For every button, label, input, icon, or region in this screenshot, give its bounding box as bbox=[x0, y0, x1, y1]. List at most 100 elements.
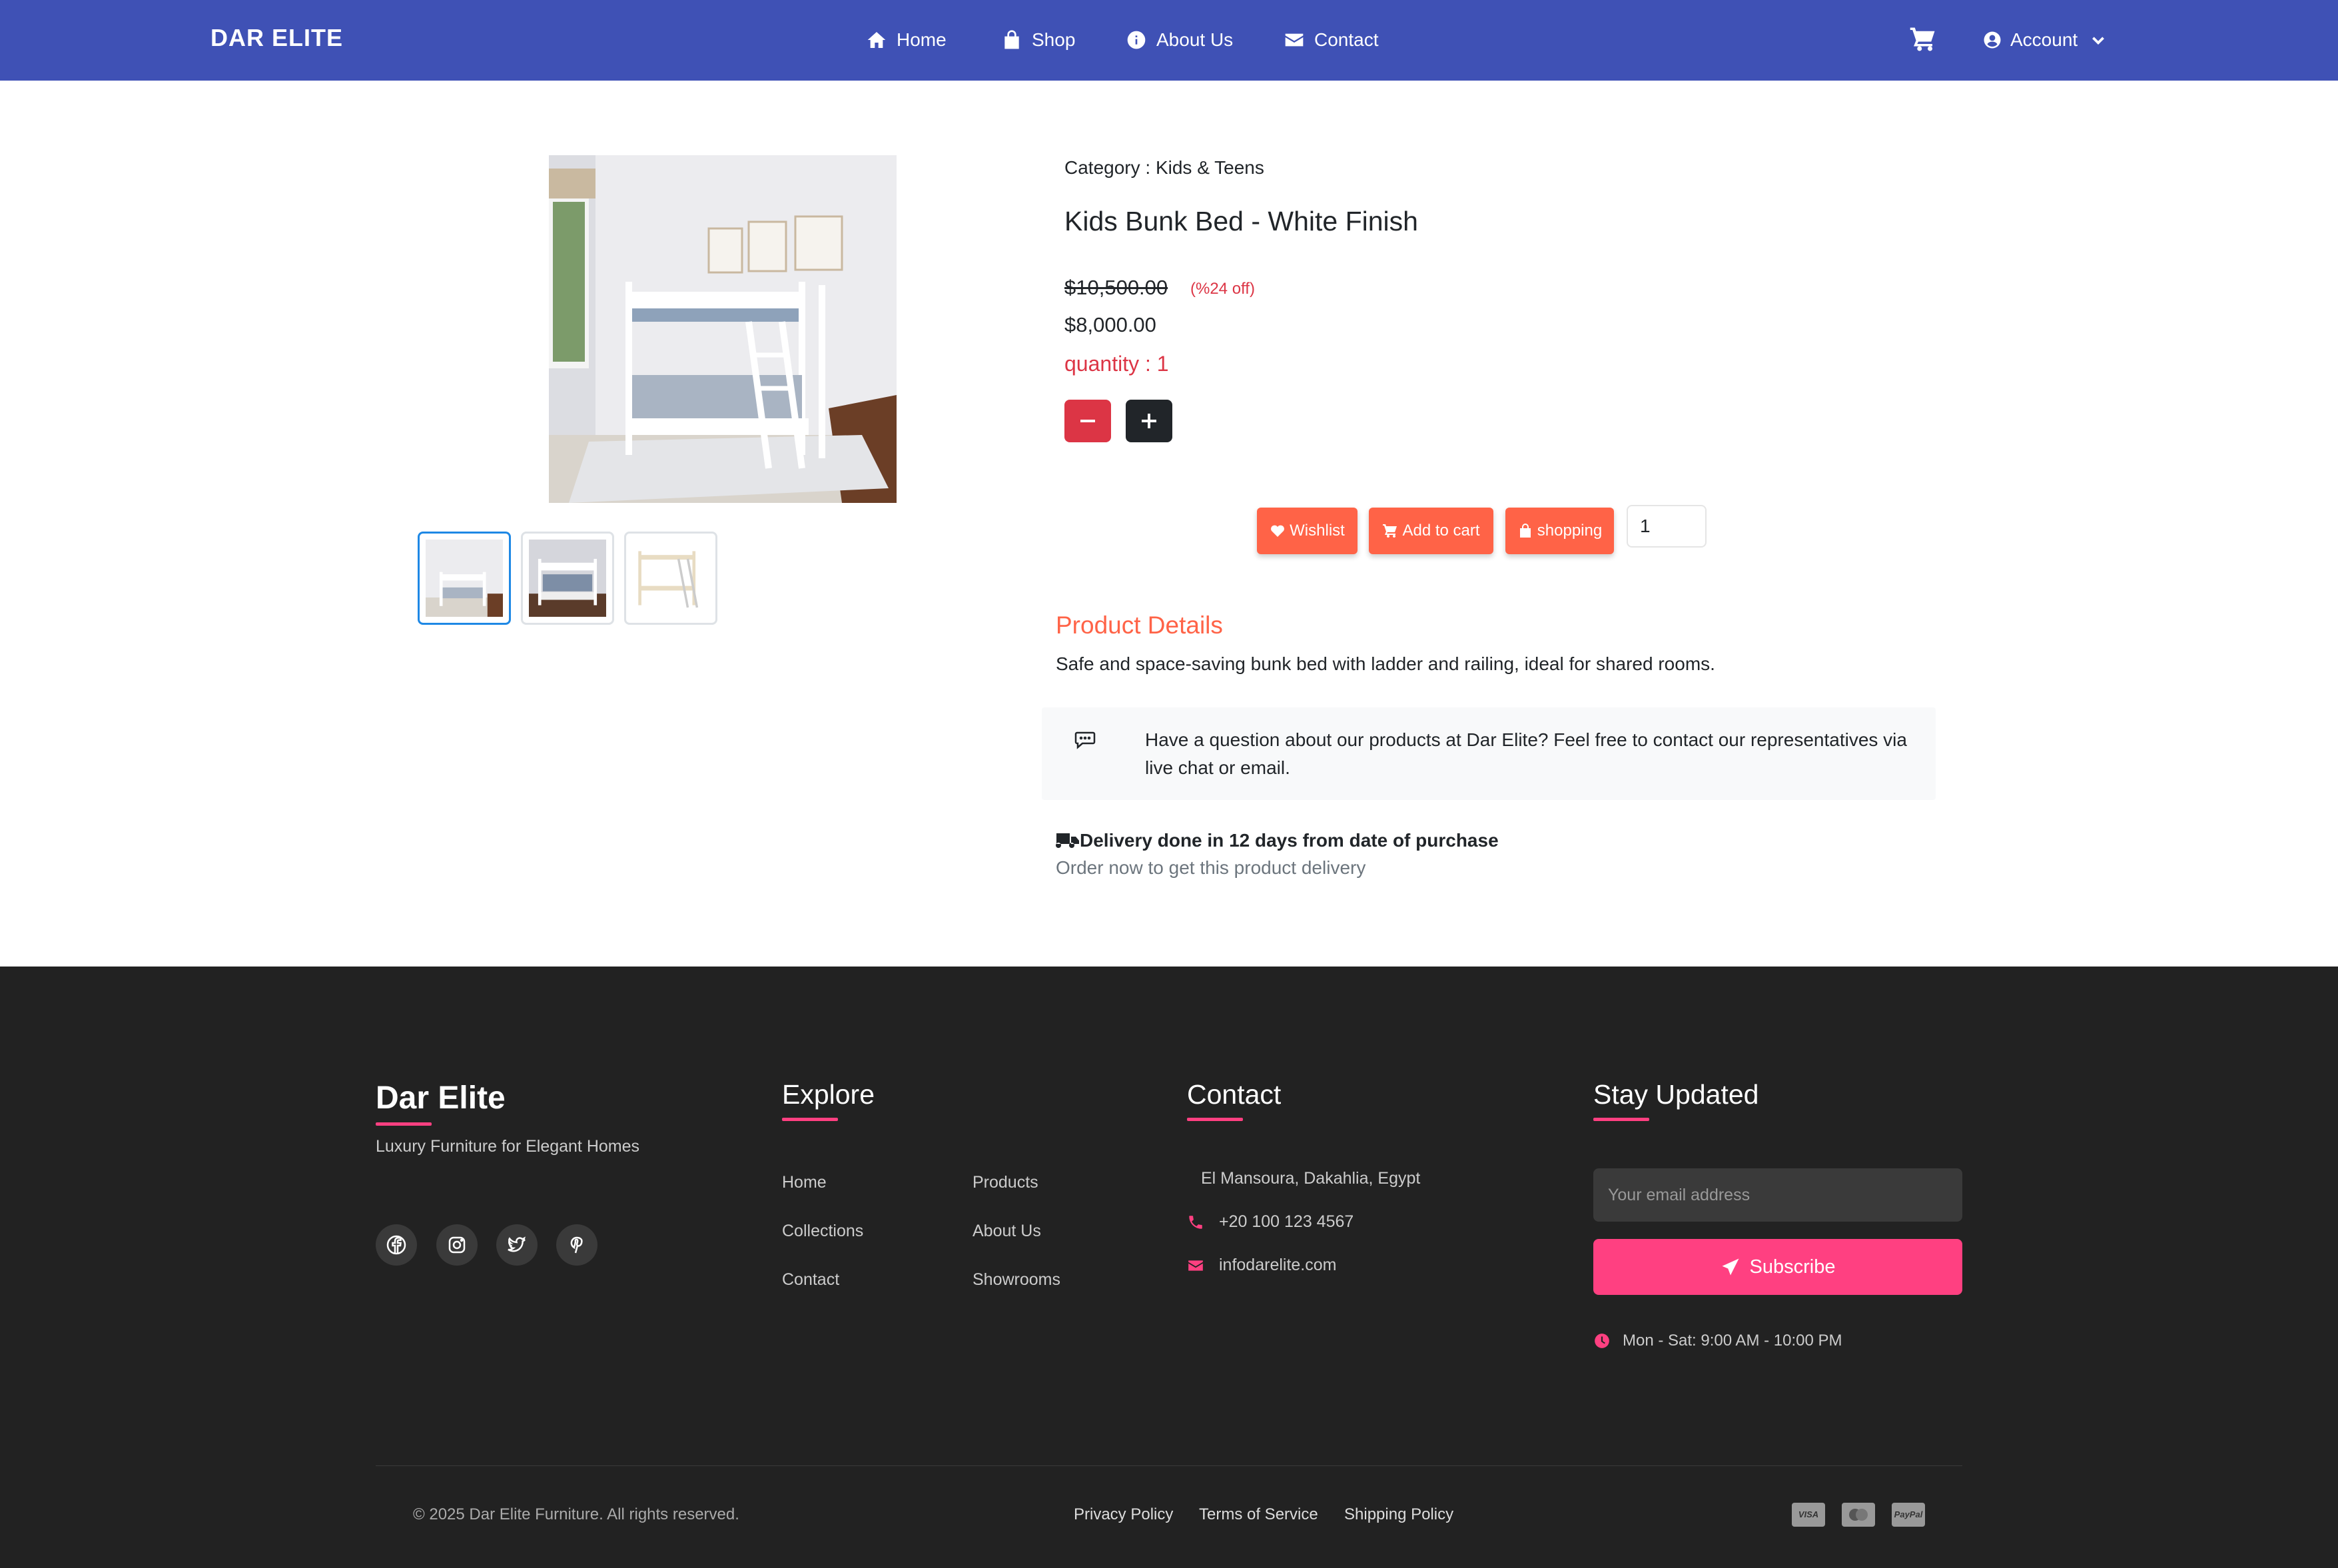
opening-hours-text: Mon - Sat: 9:00 AM - 10:00 PM bbox=[1623, 1332, 1842, 1350]
decrease-quantity-button[interactable] bbox=[1064, 400, 1111, 442]
nav-about[interactable]: About Us bbox=[1126, 27, 1233, 53]
navbar: DAR ELITE Home Shop About Us Contact Acc… bbox=[0, 0, 2338, 81]
phone-icon bbox=[1189, 1215, 1202, 1229]
quantity-input[interactable]: 1 bbox=[1627, 505, 1707, 548]
chevron-down-icon bbox=[2092, 37, 2105, 45]
nav-contact[interactable]: Contact bbox=[1284, 27, 1379, 53]
footer-tagline: Luxury Furniture for Elegant Homes bbox=[376, 1137, 640, 1156]
nav-home-label: Home bbox=[897, 29, 947, 50]
contact-callout: Have a question about our products at Da… bbox=[1042, 707, 1936, 800]
pinterest-link[interactable] bbox=[556, 1224, 597, 1266]
footer: Dar Elite Luxury Furniture for Elegant H… bbox=[0, 967, 2338, 1568]
shopping-bag-icon bbox=[1004, 30, 1019, 49]
opening-hours: Mon - Sat: 9:00 AM - 10:00 PM bbox=[1593, 1332, 1842, 1350]
account-dropdown[interactable]: Account bbox=[1982, 27, 2107, 53]
footer-phone[interactable]: +20 100 123 4567 bbox=[1187, 1212, 1354, 1232]
paypal-icon: PayPal bbox=[1892, 1503, 1925, 1527]
shipping-policy-link[interactable]: Shipping Policy bbox=[1344, 1505, 1453, 1524]
explore-heading: Explore bbox=[782, 1079, 875, 1110]
facebook-link[interactable] bbox=[376, 1224, 417, 1266]
delivery-subtitle: Order now to get this product delivery bbox=[1056, 857, 1366, 878]
chat-bubble-icon bbox=[1074, 731, 1096, 749]
add-to-cart-button[interactable]: Add to cart bbox=[1369, 508, 1493, 554]
account-label: Account bbox=[2010, 29, 2078, 50]
product-category: Category : Kids & Teens bbox=[1064, 157, 1264, 178]
bunk-bed-image bbox=[549, 155, 897, 503]
wishlist-label: Wishlist bbox=[1290, 522, 1345, 540]
twitter-link[interactable] bbox=[496, 1224, 538, 1266]
stay-updated-underline bbox=[1593, 1118, 1649, 1121]
instagram-link[interactable] bbox=[436, 1224, 478, 1266]
thumbnail-image bbox=[632, 540, 709, 617]
paypal-text: PayPal bbox=[1894, 1509, 1923, 1519]
twitter-icon bbox=[508, 1236, 526, 1252]
footer-email[interactable]: infodarelite.com bbox=[1187, 1256, 1336, 1275]
plus-icon bbox=[1142, 414, 1156, 428]
instagram-icon bbox=[448, 1236, 466, 1254]
wishlist-button[interactable]: Wishlist bbox=[1257, 508, 1358, 554]
clock-icon bbox=[1595, 1334, 1609, 1348]
brand-logo[interactable]: DAR ELITE bbox=[210, 24, 343, 52]
footer-address: El Mansoura, Dakahlia, Egypt bbox=[1201, 1169, 1420, 1188]
envelope-icon bbox=[1188, 1260, 1203, 1271]
footer-link-products[interactable]: Products bbox=[973, 1173, 1038, 1192]
visa-icon: VISA bbox=[1792, 1503, 1825, 1527]
nav-about-label: About Us bbox=[1156, 29, 1234, 50]
visa-text: VISA bbox=[1798, 1509, 1819, 1519]
shopping-button[interactable]: shopping bbox=[1505, 508, 1614, 554]
pinterest-icon bbox=[570, 1236, 583, 1254]
cart-icon bbox=[1383, 524, 1397, 538]
footer-address-text: El Mansoura, Dakahlia, Egypt bbox=[1201, 1169, 1421, 1188]
footer-link-contact[interactable]: Contact bbox=[782, 1270, 839, 1290]
thumbnail-image bbox=[529, 540, 606, 617]
current-price: $8,000.00 bbox=[1064, 313, 1156, 336]
cart-button[interactable] bbox=[1909, 25, 1937, 53]
newsletter-email-input[interactable]: Your email address bbox=[1593, 1168, 1962, 1222]
contact-heading: Contact bbox=[1187, 1079, 1282, 1110]
delivery-title: Delivery done in 12 days from date of pu… bbox=[1080, 830, 1499, 851]
nav-contact-label: Contact bbox=[1314, 29, 1379, 50]
delivery-info: Delivery done in 12 days from date of pu… bbox=[1056, 830, 1499, 851]
truck-icon bbox=[1056, 833, 1079, 849]
footer-link-about[interactable]: About Us bbox=[973, 1222, 1041, 1241]
subscribe-button[interactable]: Subscribe bbox=[1593, 1239, 1962, 1295]
product-details-text: Safe and space-saving bunk bed with ladd… bbox=[1056, 653, 1715, 674]
thumbnail-2[interactable] bbox=[521, 532, 614, 625]
explore-underline bbox=[782, 1118, 838, 1121]
product-main-image[interactable] bbox=[549, 155, 897, 503]
minus-icon bbox=[1080, 420, 1095, 422]
increase-quantity-button[interactable] bbox=[1126, 400, 1172, 442]
shopping-label: shopping bbox=[1537, 522, 1603, 540]
privacy-policy-link[interactable]: Privacy Policy bbox=[1074, 1505, 1173, 1524]
shopping-bag-icon bbox=[1519, 524, 1531, 538]
thumbnail-1[interactable] bbox=[418, 532, 511, 625]
footer-link-showrooms[interactable]: Showrooms bbox=[973, 1270, 1060, 1290]
discount-badge: (%24 off) bbox=[1190, 280, 1255, 298]
product-details-heading: Product Details bbox=[1056, 611, 1223, 639]
nav-shop[interactable]: Shop bbox=[1001, 27, 1075, 53]
footer-link-collections[interactable]: Collections bbox=[782, 1222, 863, 1241]
home-icon bbox=[867, 32, 886, 48]
contact-callout-text: Have a question about our products at Da… bbox=[1145, 729, 1907, 778]
footer-brand-underline bbox=[376, 1122, 432, 1126]
contact-underline bbox=[1187, 1118, 1243, 1121]
quantity-label: quantity : 1 bbox=[1064, 352, 1169, 376]
thumbnail-image bbox=[426, 540, 503, 617]
thumbnail-3[interactable] bbox=[624, 532, 717, 625]
paper-plane-icon bbox=[1722, 1258, 1739, 1276]
envelope-icon bbox=[1285, 33, 1304, 47]
footer-brand: Dar Elite bbox=[376, 1080, 506, 1116]
footer-divider bbox=[376, 1465, 1962, 1466]
stay-updated-heading: Stay Updated bbox=[1593, 1079, 1759, 1110]
old-price: $10,500.00 bbox=[1064, 276, 1168, 299]
nav-shop-label: Shop bbox=[1032, 29, 1076, 50]
info-icon bbox=[1127, 31, 1146, 49]
product-title: Kids Bunk Bed - White Finish bbox=[1064, 206, 1418, 236]
add-to-cart-label: Add to cart bbox=[1402, 522, 1480, 540]
footer-link-home[interactable]: Home bbox=[782, 1173, 827, 1192]
terms-of-service-link[interactable]: Terms of Service bbox=[1199, 1505, 1318, 1524]
copyright-text: © 2025 Dar Elite Furniture. All rights r… bbox=[413, 1505, 739, 1523]
heart-icon bbox=[1271, 525, 1285, 537]
nav-home[interactable]: Home bbox=[866, 27, 947, 53]
facebook-icon bbox=[386, 1235, 406, 1255]
